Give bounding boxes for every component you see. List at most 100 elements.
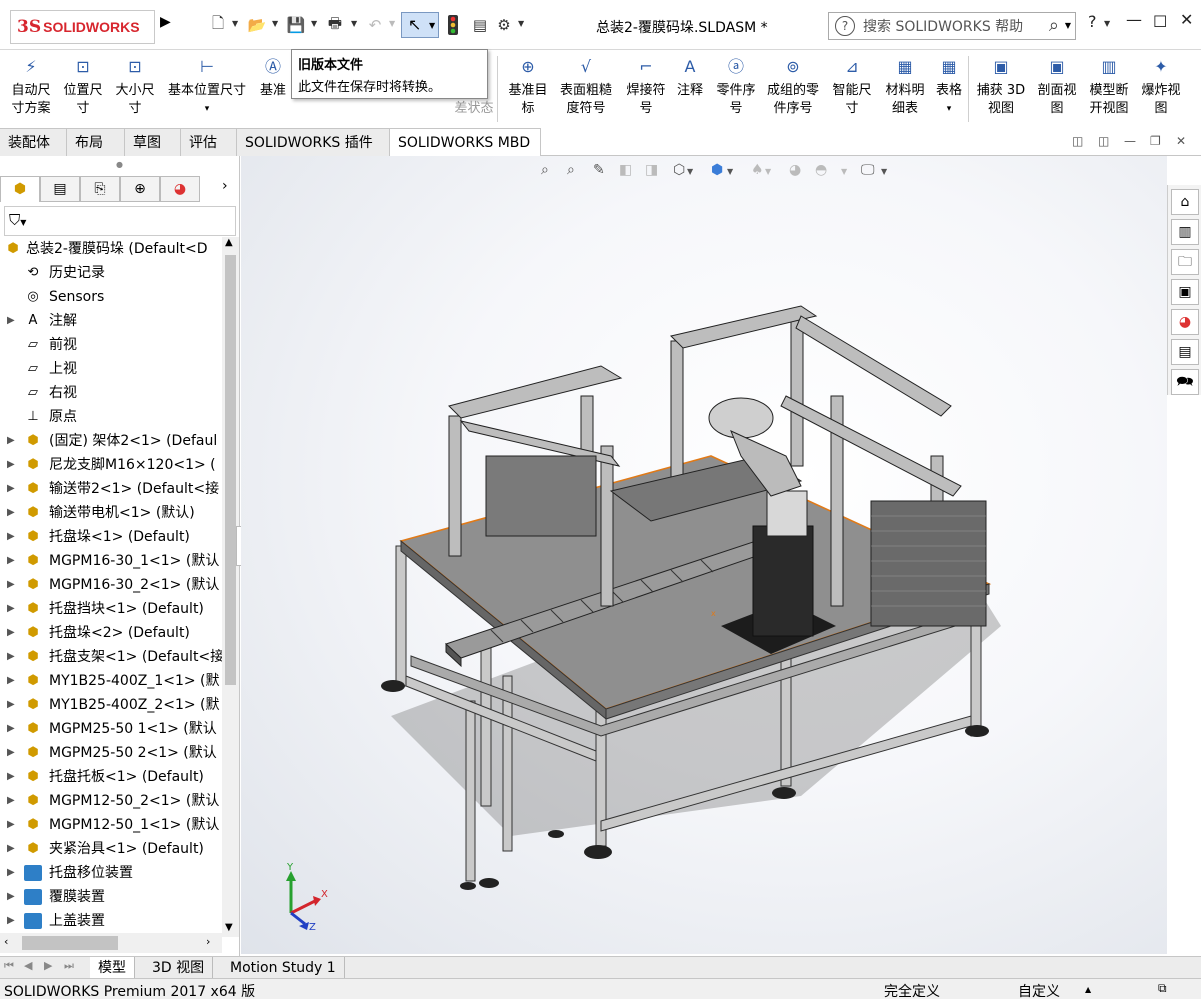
command-exploded-view-button[interactable]: ✦ 爆炸视图 (1138, 58, 1184, 118)
expand-arrow-icon[interactable]: ▶ (7, 429, 15, 453)
tree-horizontal-scrollbar[interactable]: ‹ › (0, 933, 222, 953)
tab-nav-next-icon[interactable]: ▶ (44, 959, 52, 972)
close-icon[interactable]: ✕ (1180, 10, 1193, 29)
command-datum-target-button[interactable]: ⊕ 基准目标 (504, 58, 552, 118)
tree-item[interactable]: ▶ ⬢ MGPM25-50 1<1> (默认 (0, 717, 222, 741)
command-location-dimension-button[interactable]: ⊡ 位置尺寸 (60, 58, 106, 118)
print-icon[interactable]: 🖶 (324, 14, 346, 36)
viewport-maximize-icon[interactable]: ❐ (1150, 134, 1161, 148)
new-dropdown-icon[interactable]: ▼ (232, 19, 238, 28)
viewport-close-icon[interactable]: ✕ (1176, 134, 1186, 148)
tree-item[interactable]: ▶ ⬢ 输送带电机<1> (默认) (0, 501, 222, 525)
expand-arrow-icon[interactable]: ▶ (7, 453, 15, 477)
solidworks-logo[interactable]: 3S SOLIDWORKS (10, 10, 155, 44)
tree-item[interactable]: ▶ ⬢ 托盘垛<2> (Default) (0, 621, 222, 645)
tree-item[interactable]: ▶ ⬢ 尼龙支脚M16×120<1> ( (0, 453, 222, 477)
tree-item[interactable]: ⊥ 原点 (0, 405, 222, 429)
minimize-icon[interactable]: — (1126, 10, 1142, 29)
property-manager-tab-icon[interactable]: ▤ (40, 176, 80, 202)
tree-item[interactable]: ▶ ⬢ MGPM12-50_2<1> (默认 (0, 789, 222, 813)
command-stacked-balloon-button[interactable]: ⊚ 成组的零 件序号 (764, 58, 822, 118)
expand-arrow-icon[interactable]: ▶ (7, 597, 15, 621)
tree-item[interactable]: ▶ 覆膜装置 (0, 885, 222, 909)
file-properties-icon[interactable]: ▤ (470, 14, 490, 36)
command-bom-button[interactable]: ▦ 材料明 细表 (880, 58, 930, 118)
expand-arrow-icon[interactable]: ▶ (7, 717, 15, 741)
help-dropdown-icon[interactable]: ▼ (1104, 19, 1110, 28)
expand-arrow-icon[interactable]: ▶ (7, 669, 15, 693)
assembly-model[interactable]: x (241, 156, 1167, 954)
command-balloon-button[interactable]: ⓐ 零件序号 (712, 58, 760, 118)
open-dropdown-icon[interactable]: ▼ (272, 19, 278, 28)
tab-motion-study[interactable]: Motion Study 1 (222, 957, 345, 979)
tree-item[interactable]: ▶ ⬢ (固定) 架体2<1> (Defaul (0, 429, 222, 453)
open-icon[interactable]: 📂 (246, 14, 268, 36)
scroll-thumb[interactable] (225, 255, 236, 685)
scroll-thumb[interactable] (22, 936, 118, 950)
file-explorer-icon[interactable]: 🗀 (1171, 249, 1199, 275)
tree-vertical-scrollbar[interactable]: ▲ ▼ (222, 237, 239, 937)
tree-item[interactable]: ▶ ⬢ MGPM16-30_1<1> (默认 (0, 549, 222, 573)
viewport-restore-icon[interactable]: ◫ (1072, 134, 1083, 148)
save-icon[interactable]: 💾 (286, 14, 306, 36)
tab-assembly[interactable]: 装配体 (0, 128, 67, 156)
units-dropdown-icon[interactable]: ▲ (1085, 985, 1091, 994)
options-dropdown-icon[interactable]: ▼ (518, 19, 524, 28)
scroll-right-icon[interactable]: › (206, 935, 210, 948)
expand-arrow-icon[interactable]: ▶ (7, 549, 15, 573)
tab-sketch[interactable]: 草图 (125, 128, 181, 156)
undo-dropdown-icon[interactable]: ▼ (389, 19, 395, 28)
tree-item[interactable]: ▶ ⬢ MGPM25-50 2<1> (默认 (0, 741, 222, 765)
command-dropdown-icon[interactable]: ▾ (934, 100, 964, 118)
tree-item[interactable]: ▶ 托盘移位装置 (0, 861, 222, 885)
expand-arrow-icon[interactable]: ▶ (7, 573, 15, 597)
expand-arrow-icon[interactable]: ▶ (7, 909, 15, 933)
panel-grip-icon[interactable]: ● (116, 160, 123, 169)
search-dropdown-icon[interactable]: ▼ (1065, 21, 1071, 30)
expand-arrow-icon[interactable]: ▶ (7, 861, 15, 885)
print-dropdown-icon[interactable]: ▼ (351, 19, 357, 28)
command-table-button[interactable]: ▦ 表格 ▾ (934, 58, 964, 118)
command-smart-dimension-button[interactable]: ⊿ 智能尺寸 (830, 58, 874, 118)
expand-arrow-icon[interactable]: ▶ (7, 813, 15, 837)
expand-arrow-icon[interactable]: ▶ (7, 885, 15, 909)
view-palette-icon[interactable]: ▣ (1171, 279, 1199, 305)
viewport-minimize-icon[interactable]: — (1124, 134, 1136, 148)
scroll-down-icon[interactable]: ▼ (225, 922, 233, 933)
tab-evaluate[interactable]: 评估 (181, 128, 237, 156)
select-button[interactable]: ↖ ▼ (401, 12, 439, 38)
command-note-button[interactable]: A 注释 (674, 58, 706, 100)
tree-item[interactable]: ▶ ⬢ 夹紧治具<1> (Default) (0, 837, 222, 861)
tab-addins[interactable]: SOLIDWORKS 插件 (237, 128, 390, 156)
command-weld-symbol-button[interactable]: ⌐ 焊接符号 (622, 58, 670, 118)
tree-item[interactable]: ▶ ⬢ MGPM12-50_1<1> (默认 (0, 813, 222, 837)
undo-icon[interactable]: ↶ (364, 14, 386, 36)
configuration-manager-tab-icon[interactable]: ⎘ (80, 176, 120, 202)
tree-item[interactable]: ▶ ⬢ 输送带2<1> (Default<接 (0, 477, 222, 501)
tree-item[interactable]: ▶ ⬢ MY1B25-400Z_1<1> (默 (0, 669, 222, 693)
tree-item[interactable]: ▱ 前视 (0, 333, 222, 357)
command-basic-location-dimension-button[interactable]: ⊢ 基本位置尺寸 ▾ (164, 58, 250, 118)
tree-item[interactable]: ⟲ 历史记录 (0, 261, 222, 285)
design-library-icon[interactable]: ▥ (1171, 219, 1199, 245)
viewport-tile-icon[interactable]: ◫ (1098, 134, 1109, 148)
help-menu-button[interactable]: ? (1088, 12, 1097, 31)
dimxpert-tab-icon[interactable]: ⊕ (120, 176, 160, 202)
tab-model[interactable]: 模型 (90, 957, 135, 979)
status-custom-units[interactable]: 自定义 (1018, 981, 1060, 999)
feature-manager-tab-icon[interactable]: ⬢ (0, 176, 40, 202)
command-capture-3d-view-button[interactable]: ▣ 捕获 3D 视图 (974, 58, 1028, 118)
forum-icon[interactable]: 🗪 (1171, 369, 1199, 395)
expand-arrow-icon[interactable]: ▶ (7, 477, 15, 501)
tree-item[interactable]: ▱ 右视 (0, 381, 222, 405)
expand-arrow-icon[interactable]: ▶ (7, 789, 15, 813)
tree-item[interactable]: ▱ 上视 (0, 357, 222, 381)
save-dropdown-icon[interactable]: ▼ (311, 19, 317, 28)
traffic-light-icon[interactable] (446, 14, 460, 36)
command-model-break-view-button[interactable]: ▥ 模型断 开视图 (1086, 58, 1132, 118)
expand-arrow-icon[interactable]: ▶ (7, 501, 15, 525)
graphics-area[interactable]: ⌕ ⌕ ✎ ◧ ◨ ⬡ ▼ ⬢ ▼ ♠ ▼ ◕ ◓ ▼ 🖵 ▼ x Y X Z (241, 156, 1167, 954)
search-icon[interactable]: ⌕ (1049, 15, 1059, 36)
tree-item[interactable]: ▶ ⬢ MGPM16-30_2<1> (默认 (0, 573, 222, 597)
expand-arrow-icon[interactable]: ▶ (7, 309, 15, 333)
